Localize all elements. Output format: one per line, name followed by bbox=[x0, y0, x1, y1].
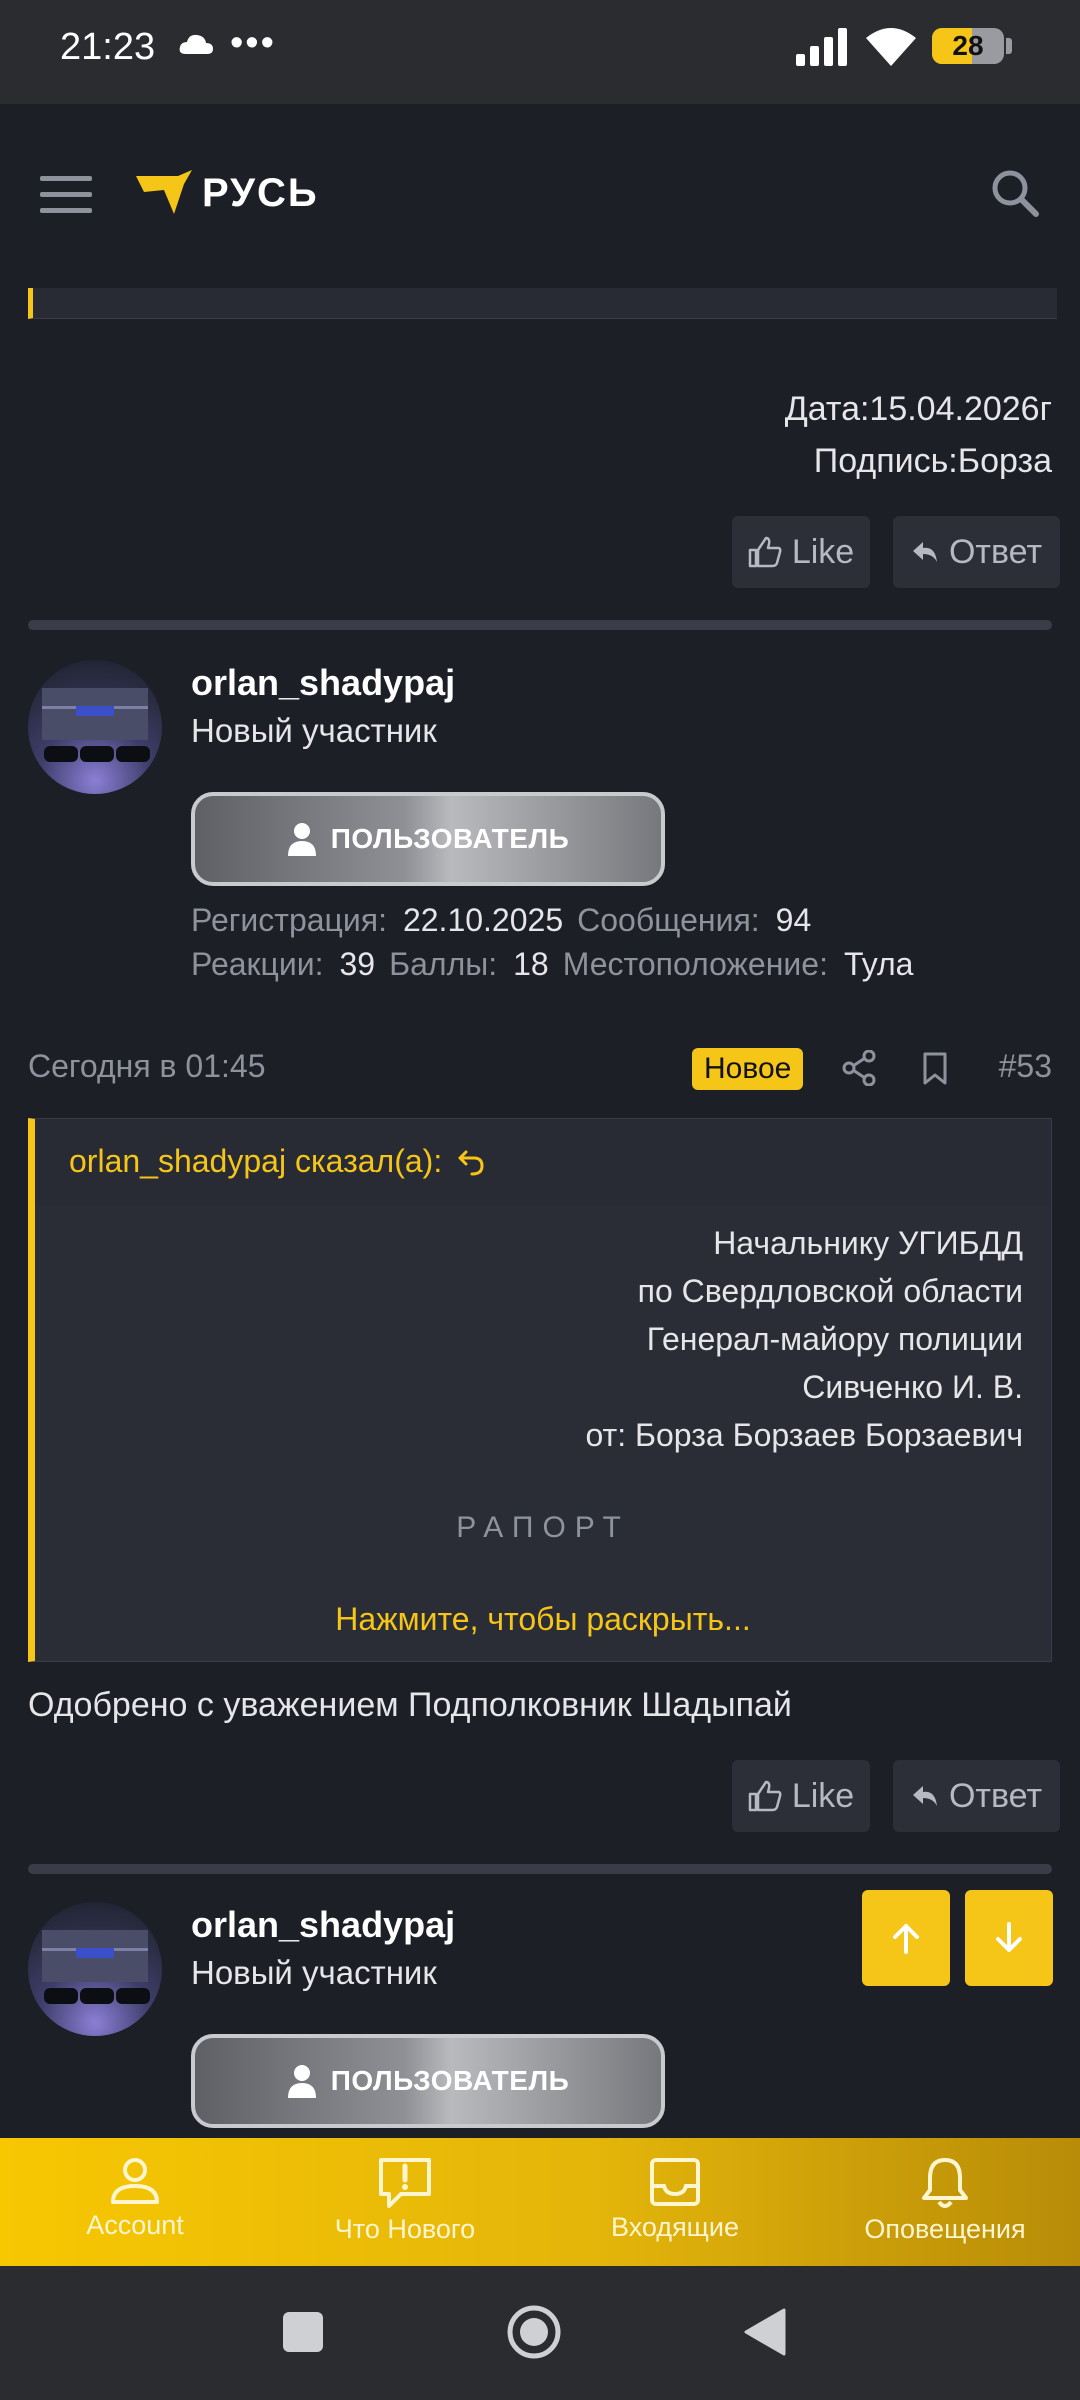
nav-label: Входящие bbox=[610, 2212, 739, 2242]
role-badge: ПОЛЬЗОВАТЕЛЬ bbox=[191, 792, 665, 886]
thread-content: Дата:15.04.2026г Подпись:Борза Like Отве… bbox=[0, 288, 1080, 2138]
nav-label: Что Нового bbox=[334, 2214, 476, 2244]
arrow-down-icon bbox=[996, 1922, 1022, 1952]
wifi-icon bbox=[866, 28, 916, 66]
post-date[interactable]: Сегодня в 01:45 bbox=[28, 1048, 266, 1085]
cloud-icon bbox=[179, 34, 213, 54]
registration-value: 22.10.2025 bbox=[402, 902, 564, 938]
post-number-link[interactable]: #53 bbox=[999, 1048, 1052, 1085]
location-label: Местоположение: bbox=[562, 946, 828, 982]
share-icon[interactable] bbox=[842, 1050, 876, 1086]
account-icon bbox=[111, 2158, 159, 2204]
back-icon[interactable] bbox=[744, 2308, 786, 2356]
date-line: Дата:15.04.2026г bbox=[784, 390, 1052, 428]
inbox-icon bbox=[650, 2158, 700, 2206]
user-icon bbox=[287, 2065, 316, 2098]
reply-label: Ответ bbox=[948, 1776, 1043, 1815]
username[interactable]: orlan_shadypaj bbox=[191, 662, 455, 704]
points-label: Баллы: bbox=[389, 946, 498, 982]
expand-quote-link[interactable]: Нажмите, чтобы раскрыть... bbox=[35, 1601, 1051, 1638]
user-icon bbox=[287, 823, 316, 856]
quote-block: orlan_shadypaj сказал(а): Начальнику УГИ… bbox=[28, 1118, 1052, 1662]
quote-line: Сивченко И. В. bbox=[802, 1369, 1023, 1405]
whats-new-icon bbox=[379, 2158, 431, 2208]
messages-value: 94 bbox=[775, 902, 812, 938]
avatar[interactable] bbox=[28, 660, 162, 794]
role-badge-label: ПОЛЬЗОВАТЕЛЬ bbox=[330, 823, 570, 854]
reply-icon bbox=[912, 542, 937, 562]
like-button[interactable]: Like bbox=[732, 516, 870, 588]
quote-line: Начальнику УГИБДД bbox=[713, 1225, 1023, 1261]
reactions-label: Реакции: bbox=[191, 946, 324, 982]
logo-text: РУСЬ bbox=[202, 170, 319, 215]
nav-alerts[interactable]: Оповещения bbox=[810, 2138, 1080, 2266]
reply-button[interactable]: Ответ bbox=[893, 516, 1060, 588]
like-label: Like bbox=[791, 1776, 855, 1815]
nav-label: Оповещения bbox=[864, 2214, 1026, 2244]
role-badge-label: ПОЛЬЗОВАТЕЛЬ bbox=[330, 2065, 570, 2096]
notification-dots: ••• bbox=[230, 22, 276, 64]
nav-inbox[interactable]: Входящие bbox=[540, 2138, 810, 2266]
post-body-text: Одобрено с уважением Подполковник Шадыпа… bbox=[28, 1686, 792, 1724]
logo-mark-icon bbox=[136, 170, 192, 214]
messages-label: Сообщения: bbox=[577, 902, 760, 938]
reply-label: Ответ bbox=[948, 532, 1043, 571]
home-icon[interactable] bbox=[506, 2304, 562, 2360]
new-badge: Новое bbox=[692, 1048, 804, 1090]
quote-author-link[interactable]: orlan_shadypaj сказал(а): bbox=[69, 1143, 484, 1180]
quote-document-title: РАПОРТ bbox=[456, 1511, 630, 1544]
battery-level: 28 bbox=[952, 30, 984, 61]
nav-account[interactable]: Account bbox=[0, 2138, 270, 2266]
avatar[interactable] bbox=[28, 1902, 162, 2036]
user-title: Новый участник bbox=[191, 712, 437, 749]
bottom-navigation: Account Что Нового Входящие Оповещения bbox=[0, 2138, 1080, 2266]
quote-line: по Свердловской области bbox=[637, 1273, 1023, 1309]
signature-line: Подпись:Борза bbox=[813, 442, 1052, 480]
reactions-value: 39 bbox=[339, 946, 376, 982]
quote-line: Генерал-майору полиции bbox=[646, 1321, 1023, 1357]
hamburger-menu-icon[interactable] bbox=[40, 176, 92, 216]
user-stats-row-1: Регистрация: 22.10.2025 Сообщения: 94 bbox=[191, 902, 825, 939]
recents-icon[interactable] bbox=[283, 2312, 323, 2352]
thumbs-up-icon bbox=[748, 536, 782, 568]
quote-line: от: Борза Борзаев Борзаевич bbox=[585, 1417, 1023, 1453]
search-icon[interactable] bbox=[990, 168, 1040, 218]
status-bar: 21:23 ••• 28 bbox=[0, 0, 1080, 104]
reply-button[interactable]: Ответ bbox=[893, 1760, 1060, 1832]
thumbs-up-icon bbox=[748, 1780, 782, 1812]
arrow-up-icon bbox=[893, 1924, 919, 1954]
quote-author: orlan_shadypaj сказал(а): bbox=[69, 1143, 443, 1179]
bookmark-icon[interactable] bbox=[922, 1052, 948, 1086]
like-label: Like bbox=[791, 532, 855, 571]
registration-label: Регистрация: bbox=[191, 902, 387, 938]
role-badge: ПОЛЬЗОВАТЕЛЬ bbox=[191, 2034, 665, 2128]
nav-label: Account bbox=[86, 2210, 184, 2240]
user-stats-row-2: Реакции: 39 Баллы: 18 Местоположение: Тула bbox=[191, 946, 927, 983]
scroll-down-button[interactable] bbox=[965, 1890, 1053, 1986]
app-header: РУСЬ bbox=[0, 104, 1080, 288]
previous-quote-end bbox=[28, 288, 1057, 319]
reply-icon bbox=[912, 1786, 937, 1806]
signal-icon bbox=[796, 28, 847, 66]
username[interactable]: orlan_shadypaj bbox=[191, 1904, 455, 1946]
system-navigation-bar bbox=[0, 2266, 1080, 2400]
nav-whats-new[interactable]: Что Нового bbox=[270, 2138, 540, 2266]
points-value: 18 bbox=[513, 946, 549, 982]
bell-icon bbox=[922, 2158, 968, 2208]
quote-body: Начальнику УГИБДД по Свердловской област… bbox=[35, 1205, 1051, 1661]
jump-to-quote-icon bbox=[458, 1150, 484, 1175]
user-title: Новый участник bbox=[191, 1954, 437, 1991]
post-divider bbox=[28, 620, 1052, 630]
post-divider bbox=[28, 1864, 1052, 1874]
like-button[interactable]: Like bbox=[732, 1760, 870, 1832]
scroll-up-button[interactable] bbox=[862, 1890, 950, 1986]
site-logo[interactable]: РУСЬ bbox=[134, 170, 319, 216]
location-value: Тула bbox=[843, 946, 914, 982]
battery-icon: 28 bbox=[932, 28, 1004, 64]
status-time: 21:23 bbox=[60, 26, 156, 68]
